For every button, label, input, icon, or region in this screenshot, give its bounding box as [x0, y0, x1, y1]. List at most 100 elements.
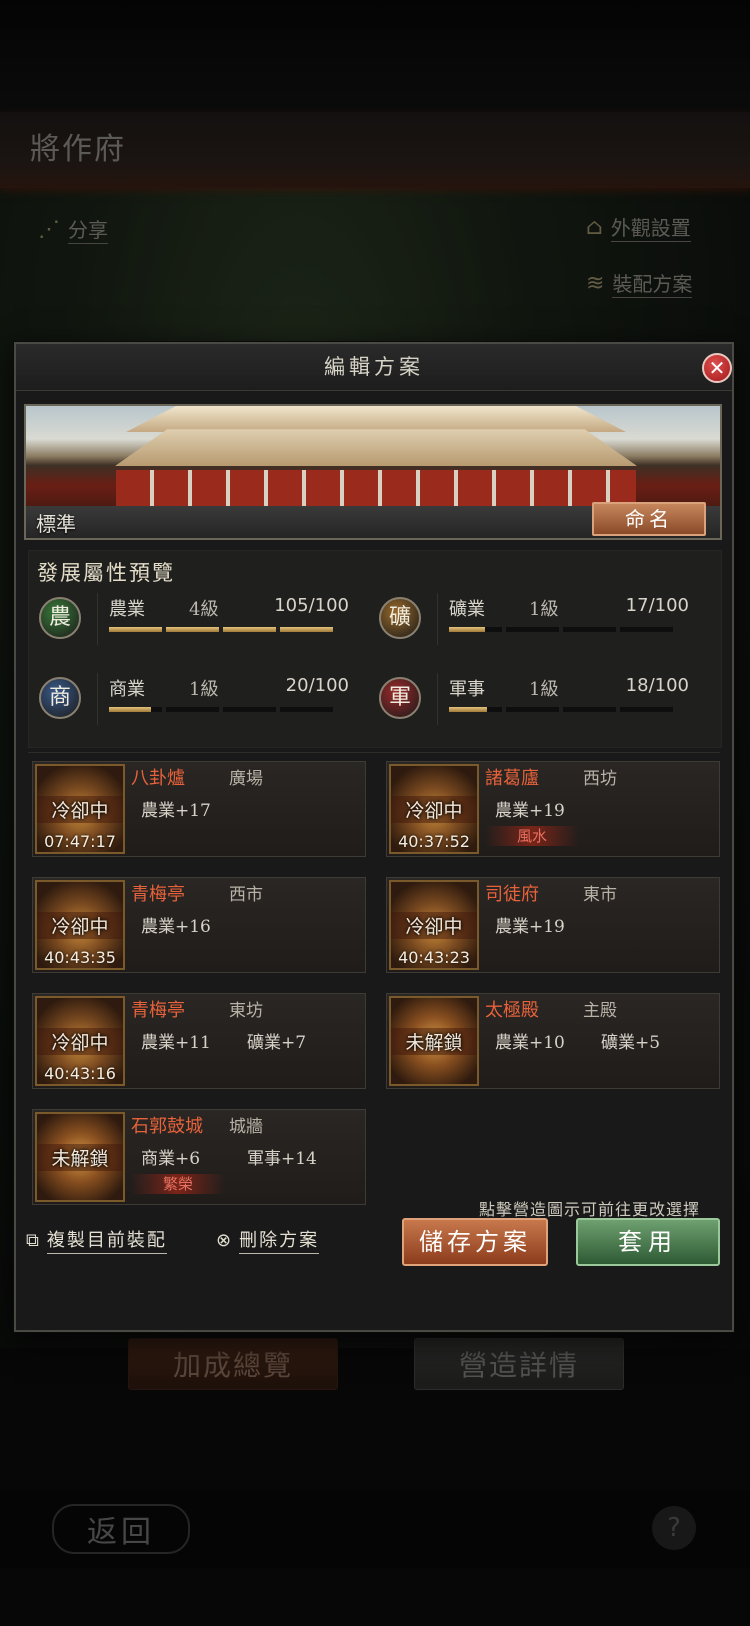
building-thumbnail[interactable]: 冷卻中 40:43:35	[35, 880, 125, 970]
building-card[interactable]: 未解鎖 太極殿 主殿 農業+10 礦業+5	[386, 993, 720, 1089]
progress-fill	[449, 707, 488, 712]
progress-segment	[166, 627, 219, 632]
building-card[interactable]: 冷卻中 07:47:17 八卦爐 廣場 農業+17	[32, 761, 366, 857]
divider	[97, 673, 98, 725]
building-thumbnail[interactable]: 未解鎖	[35, 1112, 125, 1202]
attribute-preview-panel: 發展屬性預覽 農 農業 4級 105/100 礦 礦業 1級 17/100 商 商業 1級 20/10…	[28, 550, 722, 748]
progress-segment	[620, 707, 673, 712]
building-thumbnail[interactable]: 冷卻中 40:37:52	[389, 764, 479, 854]
attribute-progress-bar	[109, 627, 333, 632]
cooldown-timer: 40:43:16	[44, 1064, 116, 1083]
copy-loadout-label: 複製目前裝配	[46, 1226, 167, 1254]
progress-fill	[449, 627, 486, 632]
building-card[interactable]: 未解鎖 石郭鼓城 城牆 商業+6 軍事+14 繁榮	[32, 1109, 366, 1205]
building-bonus: 商業+6	[141, 1149, 201, 1169]
progress-fill	[166, 627, 219, 632]
progress-fill	[223, 627, 276, 632]
save-scheme-button[interactable]: 儲存方案	[402, 1218, 548, 1266]
cooldown-timer: 07:47:17	[44, 832, 116, 851]
building-name: 太極殿	[485, 1000, 539, 1021]
cooldown-timer: 40:43:35	[44, 948, 116, 967]
building-thumbnail[interactable]: 冷卻中 07:47:17	[35, 764, 125, 854]
attribute-name: 軍事	[449, 679, 485, 700]
attribute-progress: 20/100	[285, 675, 349, 696]
attribute-row: 礦 礦業 1級 17/100	[369, 589, 689, 649]
building-location: 西市	[229, 885, 263, 905]
building-name: 諸葛廬	[485, 768, 539, 789]
building-bonus-secondary: 礦業+7	[247, 1033, 307, 1053]
building-thumbnail[interactable]: 未解鎖	[389, 996, 479, 1086]
attribute-progress-bar	[449, 627, 673, 632]
palace-roof-upper	[126, 406, 626, 432]
delete-scheme-label: 刪除方案	[239, 1226, 320, 1254]
copy-loadout-link[interactable]: ⧉ 複製目前裝配	[26, 1226, 167, 1254]
divider	[437, 593, 438, 645]
progress-fill	[109, 707, 152, 712]
attribute-progress: 18/100	[625, 675, 689, 696]
copy-icon: ⧉	[26, 1229, 41, 1251]
edit-scheme-dialog: 編輯方案 ✕ 標準 命名 發展屬性預覽 農 農業 4級 105/100 礦 礦業 1級 17/…	[14, 342, 734, 1332]
divider	[437, 673, 438, 725]
building-state: 冷卻中	[37, 796, 123, 823]
building-bonus: 農業+17	[141, 801, 211, 821]
close-button[interactable]: ✕	[702, 353, 732, 383]
building-card[interactable]: 冷卻中 40:43:16 青梅亭 東坊 農業+11 礦業+7	[32, 993, 366, 1089]
attribute-level: 1級	[189, 679, 219, 700]
building-name: 青梅亭	[131, 884, 185, 905]
building-card[interactable]: 冷卻中 40:43:35 青梅亭 西市 農業+16	[32, 877, 366, 973]
progress-segment	[280, 627, 333, 632]
building-state: 未解鎖	[37, 1144, 123, 1171]
building-card[interactable]: 冷卻中 40:43:23 司徒府 東市 農業+19	[386, 877, 720, 973]
building-bonus-secondary: 礦業+5	[601, 1033, 661, 1053]
rename-button[interactable]: 命名	[592, 502, 706, 536]
building-thumbnail[interactable]: 冷卻中 40:43:16	[35, 996, 125, 1086]
building-bonus: 農業+11	[141, 1033, 211, 1053]
building-state: 未解鎖	[391, 1028, 477, 1055]
building-state: 冷卻中	[37, 1028, 123, 1055]
attribute-row: 軍 軍事 1級 18/100	[369, 669, 689, 729]
building-name: 石郭鼓城	[131, 1116, 203, 1137]
progress-segment	[506, 707, 559, 712]
progress-segment	[563, 627, 616, 632]
delete-icon: ⊗	[216, 1229, 234, 1251]
scheme-banner: 標準 命名	[24, 404, 722, 540]
progress-segment	[109, 627, 162, 632]
building-location: 東市	[583, 885, 617, 905]
attribute-row: 商 商業 1級 20/100	[29, 669, 349, 729]
progress-segment	[223, 627, 276, 632]
building-bonus: 農業+19	[495, 917, 565, 937]
attribute-badge-icon: 軍	[379, 677, 421, 719]
building-card[interactable]: 冷卻中 40:37:52 諸葛廬 西坊 農業+19 風水	[386, 761, 720, 857]
progress-segment	[449, 627, 502, 632]
cooldown-timer: 40:43:23	[398, 948, 470, 967]
progress-segment	[166, 707, 219, 712]
delete-scheme-link[interactable]: ⊗ 刪除方案	[216, 1226, 320, 1254]
attribute-row: 農 農業 4級 105/100	[29, 589, 349, 649]
attribute-level: 4級	[189, 599, 219, 620]
attribute-badge-icon: 礦	[379, 597, 421, 639]
attribute-name: 農業	[109, 599, 145, 620]
attribute-progress-bar	[449, 707, 673, 712]
apply-button[interactable]: 套用	[576, 1218, 720, 1266]
progress-segment	[620, 627, 673, 632]
dialog-title: 編輯方案	[324, 355, 424, 379]
attribute-name: 礦業	[449, 599, 485, 620]
cooldown-timer: 40:37:52	[398, 832, 470, 851]
building-location: 廣場	[229, 769, 263, 789]
attribute-badge-icon: 農	[39, 597, 81, 639]
building-location: 西坊	[583, 769, 617, 789]
building-bonus-secondary: 軍事+14	[247, 1149, 317, 1169]
building-thumbnail[interactable]: 冷卻中 40:43:23	[389, 880, 479, 970]
progress-segment	[506, 627, 559, 632]
attribute-preview-heading: 發展屬性預覽	[37, 561, 175, 585]
progress-segment	[280, 707, 333, 712]
building-tag: 繁榮	[131, 1174, 225, 1194]
building-location: 東坊	[229, 1001, 263, 1021]
hint-text: 點擊營造圖示可前往更改選擇	[478, 1200, 700, 1219]
building-name: 青梅亭	[131, 1000, 185, 1021]
progress-segment	[563, 707, 616, 712]
divider	[97, 593, 98, 645]
building-list: 冷卻中 07:47:17 八卦爐 廣場 農業+17 冷卻中 40:37:52 諸葛廬 西坊 農業+…	[28, 752, 720, 1205]
progress-fill	[109, 627, 162, 632]
building-name: 司徒府	[485, 884, 539, 905]
